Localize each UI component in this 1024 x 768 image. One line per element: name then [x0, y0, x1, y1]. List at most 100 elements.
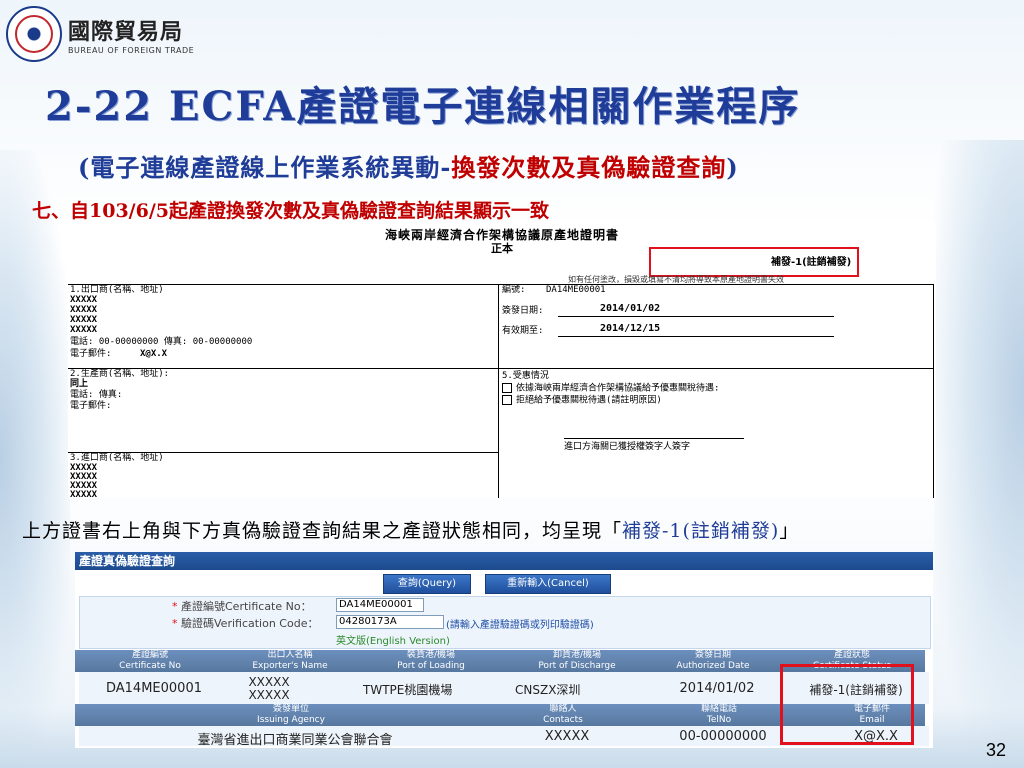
- producer-label: 2.生產商(名稱、地址):: [70, 369, 170, 379]
- subtitle-red: 換發次數及真偽驗證查詢: [451, 153, 727, 182]
- cert-no-field-label-text: 產證編號Certificate No：: [181, 600, 312, 613]
- col-tel-en: TelNo: [706, 715, 732, 725]
- producer-name: 同上: [70, 379, 89, 389]
- cell-agency: 臺灣省進出口商業同業公會聯合會: [197, 733, 393, 748]
- cert-no-label: 編號:: [502, 285, 526, 295]
- col-exporter-en: Exporter's Name: [252, 661, 328, 671]
- reissue-status: 補發-1(註銷補發): [771, 257, 852, 268]
- caption-close: 」: [779, 520, 800, 542]
- cert-no-field-label: * 產證編號Certificate No：: [172, 598, 312, 614]
- exporter-email-label: 電子郵件:: [70, 349, 112, 359]
- caption-highlight: 補發-1(註銷補發): [622, 520, 780, 542]
- col-contacts: 聯絡人 Contacts: [507, 704, 619, 726]
- pref-option-2: 拒絕給予優惠關稅待遇(請註明原因): [502, 395, 662, 406]
- cell-loading: TWTPE桃園機場: [363, 683, 453, 697]
- page-number: 32: [985, 740, 1006, 760]
- col-cert-no: 產證編號 Certificate No: [75, 650, 225, 672]
- importer-label: 3.進口商(名稱、地址): [70, 453, 164, 463]
- preferential-label: 5.受惠情況: [502, 371, 549, 381]
- status-highlight-box: [780, 664, 914, 745]
- verify-field-label: * 驗證碼Verification Code：: [172, 615, 318, 631]
- subtitle-close: ): [726, 153, 739, 182]
- grid-line: [933, 284, 934, 498]
- verify-field-label-text: 驗證碼Verification Code：: [181, 617, 319, 630]
- col-status-zh: 產證狀態: [833, 650, 870, 660]
- col-agency-zh: 簽發單位: [272, 704, 309, 714]
- required-icon: *: [172, 617, 181, 630]
- exporter-contact: 電話: 00-00000000 傳真: 00-00000000: [70, 337, 253, 347]
- col-loading-en: Port of Loading: [397, 661, 465, 671]
- bullet-point: 七、自103/6/5起產證換發次數及真偽驗證查詢結果顯示一致: [32, 200, 549, 222]
- verification-hint: (請輸入產證驗證碼或列印驗證碼): [446, 620, 594, 631]
- pref-option-1-text: 依據海峽兩岸經濟合作架構協議給予優惠關稅待遇:: [516, 383, 720, 394]
- col-loading-zh: 裝貨港/機場: [406, 650, 456, 660]
- slide-title: 2-22 ECFA產證電子連線相關作業程序: [45, 83, 801, 130]
- background-cloud-left: [0, 150, 70, 768]
- issue-date-label: 簽發日期:: [502, 306, 544, 316]
- exporter-line: XXXXX: [70, 305, 98, 315]
- expiry-date-label: 有效期至:: [502, 326, 544, 336]
- producer-phone: 電話: 傳真:: [70, 390, 123, 400]
- logo-name-en: BUREAU OF FOREIGN TRADE: [68, 45, 195, 55]
- exporter-email: X@X.X: [140, 349, 168, 359]
- col-cert-no-en: Certificate No: [119, 661, 181, 671]
- exporter-label: 1.出口商(名稱、地址): [70, 285, 164, 295]
- cert-no: DA14ME00001: [546, 285, 606, 295]
- importer-line: XXXXX: [70, 490, 98, 498]
- cell-date: 2014/01/02: [679, 681, 755, 696]
- certificate-image: 海峽兩岸經濟合作架構協議原產地證明書 正本 補發-1(註銷補發) 如有任何塗改，…: [68, 222, 936, 498]
- signature-line: [564, 438, 744, 439]
- panel-header: 產證真偽驗證查詢: [75, 552, 933, 570]
- cell-exporter: XXXXX: [248, 675, 290, 689]
- col-discharge-zh: 卸貨港/機場: [552, 650, 602, 660]
- query-button[interactable]: 查詢(Query): [383, 574, 471, 594]
- grid-line: [68, 368, 934, 369]
- col-tel-zh: 聯絡電話: [700, 704, 737, 714]
- col-loading: 裝貨港/機場 Port of Loading: [355, 650, 507, 672]
- expiry-date: 2014/12/15: [600, 323, 661, 334]
- exporter-line: XXXXX: [70, 295, 98, 305]
- subtitle-open: (: [78, 153, 91, 182]
- logo-name-zh: 國際貿易局: [68, 19, 184, 45]
- col-contacts-en: Contacts: [543, 715, 583, 725]
- col-date-zh: 簽發日期: [694, 650, 731, 660]
- exporter-line: XXXXX: [70, 315, 98, 325]
- slide-subtitle: (電子連線產證線上作業系統異動-換發次數及真偽驗證查詢): [78, 148, 739, 183]
- pref-option-2-text: 拒絕給予優惠關稅待遇(請註明原因): [516, 395, 662, 406]
- col-contacts-zh: 聯絡人: [549, 704, 577, 714]
- cell-exporter: XXXXX: [248, 688, 290, 702]
- english-version-link[interactable]: 英文版(English Version): [336, 632, 450, 647]
- producer-email: 電子郵件:: [70, 401, 112, 411]
- col-discharge: 卸貨港/機場 Port of Discharge: [507, 650, 647, 672]
- cell-cert-no: DA14ME00001: [105, 681, 202, 696]
- bureau-seal-icon: [6, 6, 62, 62]
- customs-signature-label: 進口方海關已獲授權簽字人簽字: [564, 442, 691, 452]
- subtitle-blue: 電子連線產證線上作業系統異動-: [90, 153, 452, 182]
- issue-date: 2014/01/02: [600, 303, 661, 314]
- col-agency: 簽發單位 Issuing Agency: [75, 704, 507, 726]
- bureau-logo: 國際貿易局 BUREAU OF FOREIGN TRADE: [6, 6, 194, 62]
- underline: [558, 336, 834, 337]
- query-form: * 產證編號Certificate No： DA14ME00001 * 驗證碼V…: [79, 596, 931, 649]
- pref-option-1: 依據海峽兩岸經濟合作架構協議給予優惠關稅待遇:: [502, 383, 719, 394]
- exporter-line: XXXXX: [70, 325, 98, 335]
- button-row: 查詢(Query) 重新輸入(Cancel): [75, 570, 933, 596]
- checkbox-icon: [502, 383, 512, 393]
- underline: [558, 316, 834, 317]
- verification-code-input[interactable]: 04280173A: [336, 615, 444, 629]
- cert-no-input[interactable]: DA14ME00001: [336, 598, 424, 612]
- verification-query-panel: 產證真偽驗證查詢 查詢(Query) 重新輸入(Cancel) * 產證編號Ce…: [75, 552, 933, 748]
- col-date: 簽發日期 Authorized Date: [647, 650, 779, 672]
- col-discharge-en: Port of Discharge: [538, 661, 616, 671]
- col-date-en: Authorized Date: [676, 661, 750, 671]
- required-icon: *: [172, 600, 181, 613]
- col-exporter-zh: 出口人名稱: [267, 650, 313, 660]
- caption-main: 上方證書右上角與下方真偽驗證查詢結果之產證狀態相同，均呈現「: [22, 520, 623, 542]
- col-exporter: 出口人名稱 Exporter's Name: [225, 650, 355, 672]
- background-cloud-right: [934, 140, 1024, 768]
- cell-contact: XXXXX: [544, 729, 590, 744]
- checkbox-icon: [502, 395, 512, 405]
- cancel-button[interactable]: 重新輸入(Cancel): [485, 574, 611, 594]
- caption-text: 上方證書右上角與下方真偽驗證查詢結果之產證狀態相同，均呈現「補發-1(註銷補發)…: [22, 516, 799, 543]
- col-cert-no-zh: 產證編號: [131, 650, 168, 660]
